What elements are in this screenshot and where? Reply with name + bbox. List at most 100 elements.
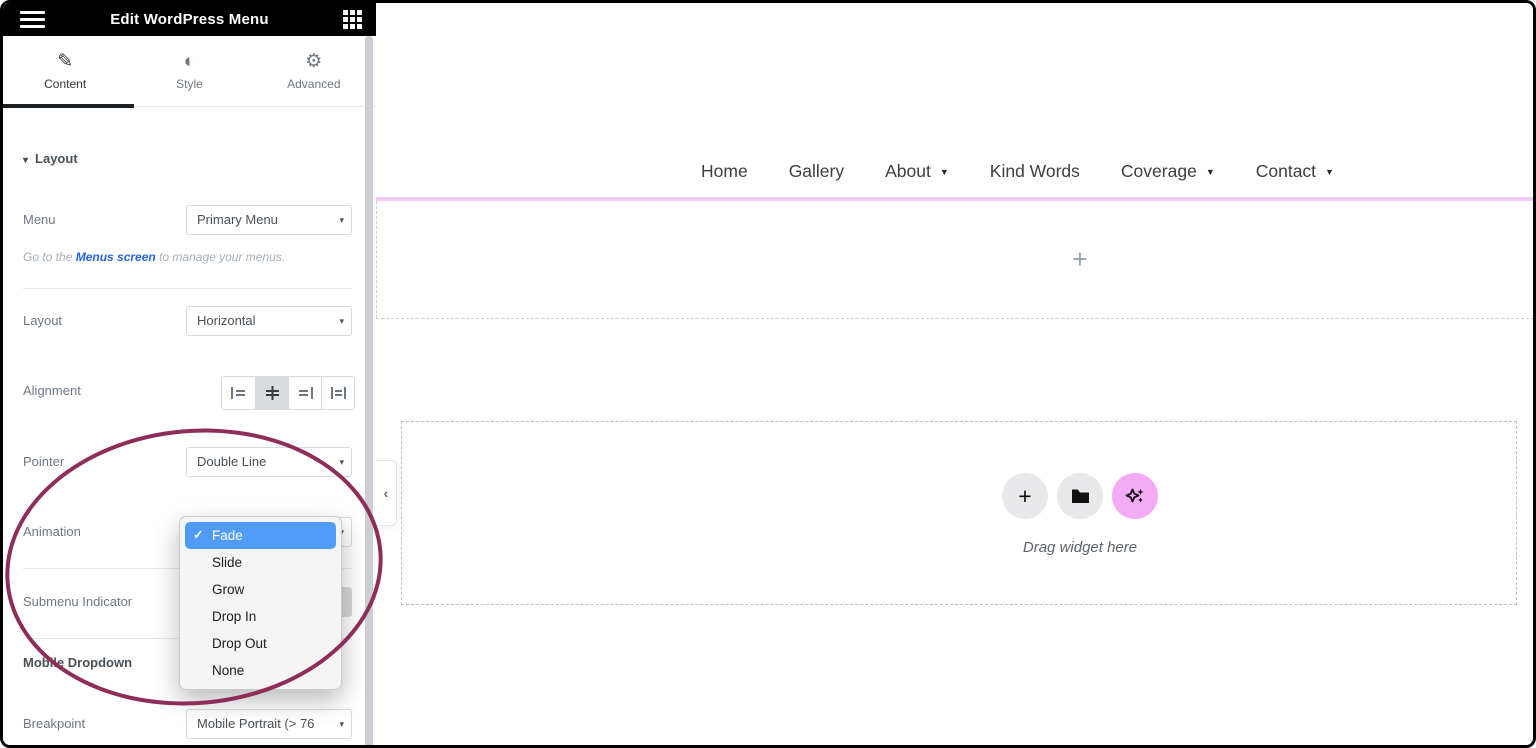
add-element-button[interactable]: + [1002,473,1048,519]
nav-item-contact[interactable]: Contact ▼ [1256,161,1334,182]
pointer-select[interactable]: Double Line ▾ [186,447,352,477]
hamburger-menu-icon[interactable] [20,11,45,28]
panel-header: Edit WordPress Menu [3,3,376,36]
menu-row-label: Menu [23,212,56,227]
drag-widget-hint: Drag widget here [1022,539,1138,556]
dropdown-option-none[interactable]: None [185,657,336,684]
nav-label: Kind Words [989,160,1080,181]
chevron-down-icon: ▾ [339,710,344,738]
divider [23,288,352,289]
section-border-dash [376,318,1533,319]
active-tab-underline [3,104,134,108]
nav-label: Contact [1255,160,1317,181]
screenshot-frame: Edit WordPress Menu ✎ Content ◐ Style ⚙ … [0,0,1536,748]
align-center-button[interactable] [255,377,288,409]
menus-screen-link[interactable]: Menus screen [76,250,156,264]
empty-container-dropzone[interactable] [401,421,1517,605]
mobile-dropdown-heading: Mobile Dropdown [23,655,133,670]
nav-label: About [885,160,931,181]
tab-advanced[interactable]: ⚙ Advanced [252,36,376,106]
panel-tabs: ✎ Content ◐ Style ⚙ Advanced [3,36,376,108]
align-justify-icon [330,387,346,399]
option-label: Fade [212,528,243,543]
plus-icon: + [1018,482,1032,509]
align-justify-button[interactable] [321,377,354,409]
dropzone-actions: + [1002,473,1158,519]
panel-scrollbar[interactable] [365,36,373,745]
section-border-dash [376,201,377,318]
help-suffix: to manage your menus. [155,250,286,264]
help-prefix: Go to the [23,250,76,264]
panel-collapse-button[interactable]: ‹ [376,460,397,526]
dropdown-option-drop-in[interactable]: Drop In [185,603,336,630]
layout-section-title: Layout [35,151,78,166]
pointer-row-label: Pointer [23,454,65,469]
align-left-button[interactable] [222,377,255,409]
breakpoint-select[interactable]: Mobile Portrait (> 76 ▾ [186,709,352,739]
option-label: Drop In [212,609,257,624]
check-icon: ✓ [193,528,204,542]
layout-select-value: Horizontal [197,313,256,328]
selected-widget-outline [376,197,1533,201]
submenu-indicator-row-label: Submenu Indicator [23,594,133,609]
breakpoint-row-label: Breakpoint [23,716,86,731]
animation-dropdown-menu: ✓ Fade Slide Grow Drop In Drop Out None [179,516,342,690]
tab-content[interactable]: ✎ Content [3,36,127,106]
menu-select[interactable]: Primary Menu ▾ [186,205,352,235]
option-label: Slide [212,555,243,570]
menu-select-value: Primary Menu [197,212,278,227]
chevron-left-icon: ‹ [383,485,389,501]
submenu-caret-icon: ▼ [1325,167,1334,177]
alignment-row-label: Alignment [23,383,81,398]
site-nav-menu: Home Gallery About ▼ Kind Words Coverage… [701,142,1334,200]
chevron-down-icon: ▾ [23,155,29,166]
chevron-down-icon: ▾ [339,215,344,225]
layout-section-heading[interactable]: ▾ Layout [23,151,78,166]
option-label: None [212,663,245,678]
preview-canvas: Home Gallery About ▼ Kind Words Coverage… [376,3,1533,745]
gear-icon: ⚙ [305,50,323,72]
menus-help-text: Go to the Menus screen to manage your me… [23,250,285,264]
nav-label: Home [701,160,748,181]
dropdown-option-fade[interactable]: ✓ Fade [185,522,336,549]
pencil-icon: ✎ [57,50,74,72]
pointer-select-value: Double Line [197,454,267,469]
submenu-caret-icon: ▼ [1205,167,1215,177]
alignment-button-group [221,376,355,410]
dropdown-option-slide[interactable]: Slide [185,549,336,576]
nav-label: Gallery [788,160,845,181]
chevron-down-icon: ▾ [339,457,344,467]
dropdown-option-grow[interactable]: Grow [185,576,336,603]
animation-row-label: Animation [23,524,81,539]
half-circle-icon: ◐ [183,50,196,72]
submenu-caret-icon: ▼ [939,167,949,177]
option-label: Grow [212,582,245,597]
panel-title: Edit WordPress Menu [110,11,269,28]
align-right-button[interactable] [288,377,321,409]
align-center-icon [265,386,279,400]
align-left-icon [231,387,245,399]
nav-item-kind-words[interactable]: Kind Words [990,161,1080,182]
nav-item-gallery[interactable]: Gallery [789,161,844,182]
align-right-icon [298,387,313,399]
nav-label: Coverage [1120,160,1197,181]
tab-style-label: Style [176,76,203,91]
layout-select[interactable]: Horizontal ▾ [186,306,352,336]
nav-item-about[interactable]: About ▼ [885,161,949,182]
sparkles-icon [1125,488,1144,503]
option-label: Drop Out [212,636,267,651]
nav-item-home[interactable]: Home [701,161,748,182]
dropdown-option-drop-out[interactable]: Drop Out [185,630,336,657]
add-template-button[interactable] [1057,473,1103,519]
tab-advanced-label: Advanced [287,76,341,91]
apps-grid-icon[interactable] [343,10,362,29]
elementor-panel: Edit WordPress Menu ✎ Content ◐ Style ⚙ … [3,3,376,745]
tab-style[interactable]: ◐ Style [127,36,251,106]
add-section-plus-icon[interactable]: + [1072,244,1087,275]
nav-item-coverage[interactable]: Coverage ▼ [1121,161,1215,182]
tab-content-label: Content [44,76,87,91]
chevron-down-icon: ▾ [339,316,344,326]
ai-builder-button[interactable] [1112,473,1158,519]
layout-row-label: Layout [23,313,63,328]
breakpoint-select-value: Mobile Portrait (> 76 [197,716,315,731]
